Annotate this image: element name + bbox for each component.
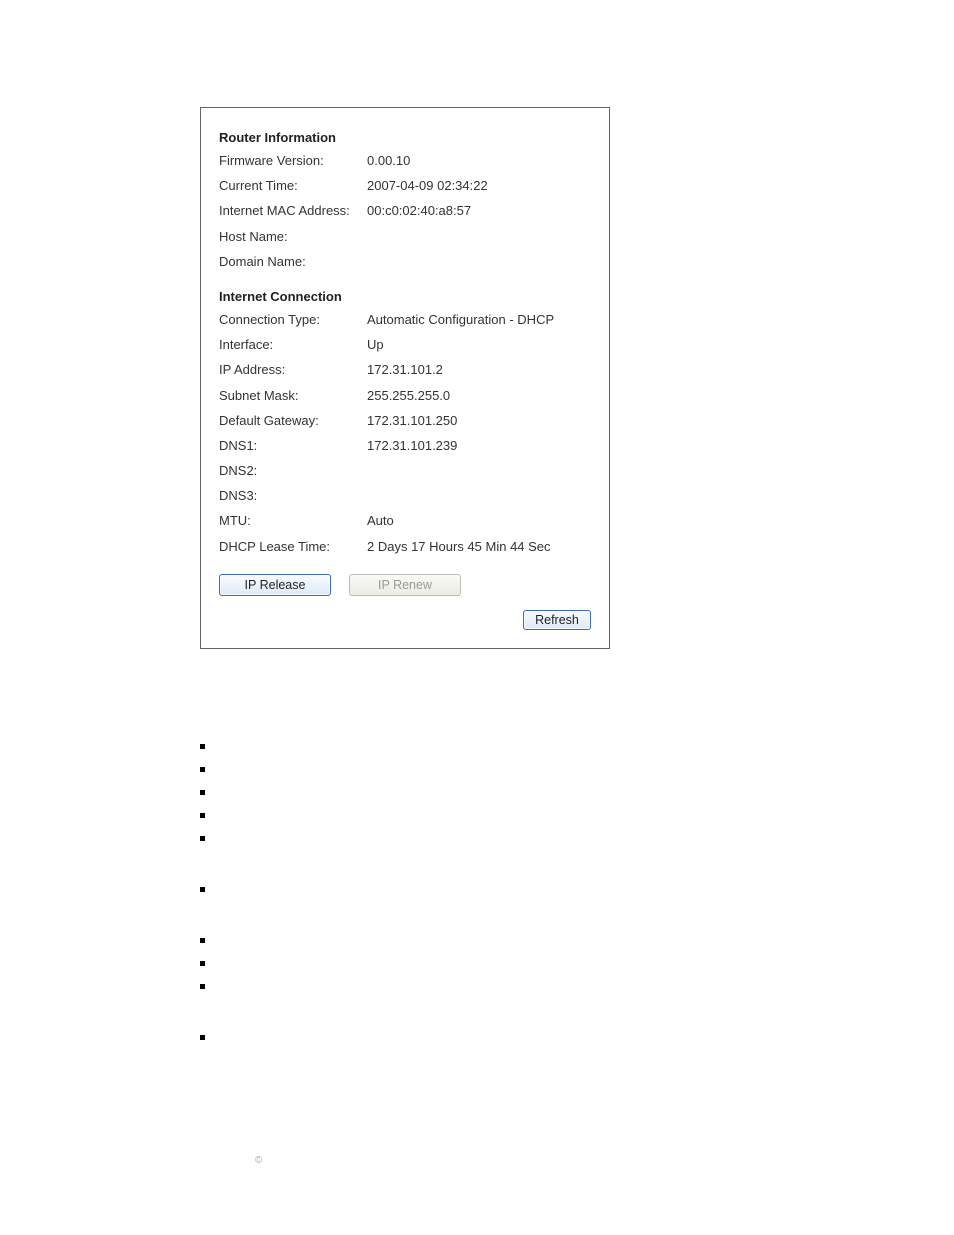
- bullet-item: [200, 881, 620, 892]
- dns1-label: DNS1:: [219, 437, 367, 455]
- dns3-row: DNS3:: [219, 484, 591, 509]
- ip-address-row: IP Address: 172.31.101.2: [219, 358, 591, 383]
- host-name-value: [367, 228, 591, 246]
- bullet-icon: [200, 790, 205, 795]
- connection-type-label: Connection Type:: [219, 311, 367, 329]
- subnet-mask-value: 255.255.255.0: [367, 387, 591, 405]
- bullet-icon: [200, 767, 205, 772]
- bullet-icon: [200, 984, 205, 989]
- connection-type-value: Automatic Configuration - DHCP: [367, 311, 591, 329]
- bullet-item: [200, 807, 620, 818]
- mtu-label: MTU:: [219, 512, 367, 530]
- dns2-label: DNS2:: [219, 462, 367, 480]
- current-time-label: Current Time:: [219, 177, 367, 195]
- default-gateway-value: 172.31.101.250: [367, 412, 591, 430]
- interface-label: Interface:: [219, 336, 367, 354]
- mtu-row: MTU: Auto: [219, 509, 591, 534]
- ip-release-button[interactable]: IP Release: [219, 574, 331, 596]
- bullet-icon: [200, 961, 205, 966]
- firmware-version-value: 0.00.10: [367, 152, 591, 170]
- domain-name-row: Domain Name:: [219, 250, 591, 275]
- refresh-button[interactable]: Refresh: [523, 610, 591, 630]
- domain-name-value: [367, 253, 591, 271]
- mac-address-row: Internet MAC Address: 00:c0:02:40:a8:57: [219, 199, 591, 224]
- interface-row: Interface: Up: [219, 333, 591, 358]
- connection-type-row: Connection Type: Automatic Configuration…: [219, 308, 591, 333]
- footer-button-row: Refresh: [219, 610, 591, 630]
- bullet-item: [200, 784, 620, 795]
- ip-address-label: IP Address:: [219, 361, 367, 379]
- dns2-value: [367, 462, 591, 480]
- dns2-row: DNS2:: [219, 459, 591, 484]
- default-gateway-label: Default Gateway:: [219, 412, 367, 430]
- firmware-version-label: Firmware Version:: [219, 152, 367, 170]
- router-info-title: Router Information: [219, 130, 591, 145]
- bullet-item: [200, 738, 620, 749]
- bullet-icon: [200, 836, 205, 841]
- firmware-version-row: Firmware Version: 0.00.10: [219, 149, 591, 174]
- action-button-row: IP Release IP Renew: [219, 574, 591, 596]
- dns3-value: [367, 487, 591, 505]
- lease-time-row: DHCP Lease Time: 2 Days 17 Hours 45 Min …: [219, 535, 591, 560]
- ip-renew-button: IP Renew: [349, 574, 461, 596]
- ip-address-value: 172.31.101.2: [367, 361, 591, 379]
- bullet-icon: [200, 938, 205, 943]
- current-time-row: Current Time: 2007-04-09 02:34:22: [219, 174, 591, 199]
- lease-time-value: 2 Days 17 Hours 45 Min 44 Sec: [367, 538, 591, 556]
- bullet-icon: [200, 1035, 205, 1040]
- mac-address-label: Internet MAC Address:: [219, 202, 367, 220]
- bullet-item: [200, 932, 620, 943]
- mac-address-value: 00:c0:02:40:a8:57: [367, 202, 591, 220]
- router-status-panel: Router Information Firmware Version: 0.0…: [200, 107, 610, 649]
- copyright-symbol: ©: [255, 1155, 262, 1166]
- internet-connection-title: Internet Connection: [219, 289, 591, 304]
- bullet-icon: [200, 744, 205, 749]
- host-name-row: Host Name:: [219, 225, 591, 250]
- dns1-row: DNS1: 172.31.101.239: [219, 434, 591, 459]
- bullet-item: [200, 1029, 620, 1040]
- bullet-icon: [200, 813, 205, 818]
- host-name-label: Host Name:: [219, 228, 367, 246]
- dns3-label: DNS3:: [219, 487, 367, 505]
- interface-value: Up: [367, 336, 591, 354]
- bullet-list: [200, 738, 620, 1052]
- lease-time-label: DHCP Lease Time:: [219, 538, 367, 556]
- subnet-mask-label: Subnet Mask:: [219, 387, 367, 405]
- bullet-item: [200, 761, 620, 772]
- bullet-item: [200, 955, 620, 966]
- current-time-value: 2007-04-09 02:34:22: [367, 177, 591, 195]
- domain-name-label: Domain Name:: [219, 253, 367, 271]
- bullet-item: [200, 978, 620, 989]
- bullet-icon: [200, 887, 205, 892]
- mtu-value: Auto: [367, 512, 591, 530]
- bullet-item: [200, 830, 620, 841]
- dns1-value: 172.31.101.239: [367, 437, 591, 455]
- default-gateway-row: Default Gateway: 172.31.101.250: [219, 409, 591, 434]
- subnet-mask-row: Subnet Mask: 255.255.255.0: [219, 384, 591, 409]
